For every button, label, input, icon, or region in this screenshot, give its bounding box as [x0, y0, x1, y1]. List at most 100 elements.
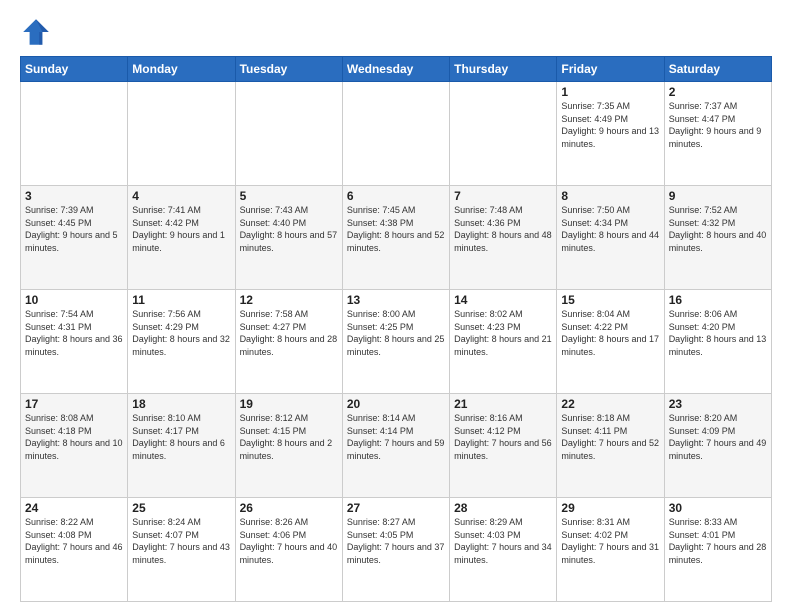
day-number: 14	[454, 293, 552, 307]
day-number: 8	[561, 189, 659, 203]
day-info: Sunrise: 7:37 AM Sunset: 4:47 PM Dayligh…	[669, 100, 767, 150]
day-number: 7	[454, 189, 552, 203]
day-info: Sunrise: 8:16 AM Sunset: 4:12 PM Dayligh…	[454, 412, 552, 462]
day-number: 28	[454, 501, 552, 515]
day-number: 27	[347, 501, 445, 515]
day-info: Sunrise: 8:06 AM Sunset: 4:20 PM Dayligh…	[669, 308, 767, 358]
day-number: 23	[669, 397, 767, 411]
day-number: 20	[347, 397, 445, 411]
day-number: 18	[132, 397, 230, 411]
day-cell: 17Sunrise: 8:08 AM Sunset: 4:18 PM Dayli…	[21, 394, 128, 498]
header	[20, 16, 772, 48]
day-number: 22	[561, 397, 659, 411]
day-info: Sunrise: 8:31 AM Sunset: 4:02 PM Dayligh…	[561, 516, 659, 566]
day-info: Sunrise: 7:39 AM Sunset: 4:45 PM Dayligh…	[25, 204, 123, 254]
day-cell: 3Sunrise: 7:39 AM Sunset: 4:45 PM Daylig…	[21, 186, 128, 290]
day-cell: 10Sunrise: 7:54 AM Sunset: 4:31 PM Dayli…	[21, 290, 128, 394]
day-info: Sunrise: 7:52 AM Sunset: 4:32 PM Dayligh…	[669, 204, 767, 254]
day-number: 17	[25, 397, 123, 411]
day-cell: 19Sunrise: 8:12 AM Sunset: 4:15 PM Dayli…	[235, 394, 342, 498]
day-cell: 24Sunrise: 8:22 AM Sunset: 4:08 PM Dayli…	[21, 498, 128, 602]
day-info: Sunrise: 7:54 AM Sunset: 4:31 PM Dayligh…	[25, 308, 123, 358]
day-cell: 20Sunrise: 8:14 AM Sunset: 4:14 PM Dayli…	[342, 394, 449, 498]
day-cell: 14Sunrise: 8:02 AM Sunset: 4:23 PM Dayli…	[450, 290, 557, 394]
weekday-header-sunday: Sunday	[21, 57, 128, 82]
week-row-3: 10Sunrise: 7:54 AM Sunset: 4:31 PM Dayli…	[21, 290, 772, 394]
day-info: Sunrise: 8:12 AM Sunset: 4:15 PM Dayligh…	[240, 412, 338, 462]
weekday-header-tuesday: Tuesday	[235, 57, 342, 82]
day-info: Sunrise: 8:22 AM Sunset: 4:08 PM Dayligh…	[25, 516, 123, 566]
day-cell	[235, 82, 342, 186]
day-cell: 5Sunrise: 7:43 AM Sunset: 4:40 PM Daylig…	[235, 186, 342, 290]
calendar-body: 1Sunrise: 7:35 AM Sunset: 4:49 PM Daylig…	[21, 82, 772, 602]
day-cell: 26Sunrise: 8:26 AM Sunset: 4:06 PM Dayli…	[235, 498, 342, 602]
day-number: 9	[669, 189, 767, 203]
day-info: Sunrise: 7:45 AM Sunset: 4:38 PM Dayligh…	[347, 204, 445, 254]
day-cell: 30Sunrise: 8:33 AM Sunset: 4:01 PM Dayli…	[664, 498, 771, 602]
day-info: Sunrise: 8:02 AM Sunset: 4:23 PM Dayligh…	[454, 308, 552, 358]
day-number: 2	[669, 85, 767, 99]
day-number: 6	[347, 189, 445, 203]
day-number: 5	[240, 189, 338, 203]
day-info: Sunrise: 7:43 AM Sunset: 4:40 PM Dayligh…	[240, 204, 338, 254]
week-row-4: 17Sunrise: 8:08 AM Sunset: 4:18 PM Dayli…	[21, 394, 772, 498]
day-number: 29	[561, 501, 659, 515]
day-cell: 23Sunrise: 8:20 AM Sunset: 4:09 PM Dayli…	[664, 394, 771, 498]
day-info: Sunrise: 8:08 AM Sunset: 4:18 PM Dayligh…	[25, 412, 123, 462]
weekday-header-saturday: Saturday	[664, 57, 771, 82]
day-cell	[450, 82, 557, 186]
day-info: Sunrise: 8:20 AM Sunset: 4:09 PM Dayligh…	[669, 412, 767, 462]
day-info: Sunrise: 8:00 AM Sunset: 4:25 PM Dayligh…	[347, 308, 445, 358]
page: SundayMondayTuesdayWednesdayThursdayFrid…	[0, 0, 792, 612]
day-number: 10	[25, 293, 123, 307]
logo	[20, 16, 56, 48]
day-number: 16	[669, 293, 767, 307]
day-cell: 13Sunrise: 8:00 AM Sunset: 4:25 PM Dayli…	[342, 290, 449, 394]
day-cell: 4Sunrise: 7:41 AM Sunset: 4:42 PM Daylig…	[128, 186, 235, 290]
day-cell: 25Sunrise: 8:24 AM Sunset: 4:07 PM Dayli…	[128, 498, 235, 602]
day-info: Sunrise: 7:58 AM Sunset: 4:27 PM Dayligh…	[240, 308, 338, 358]
day-info: Sunrise: 7:35 AM Sunset: 4:49 PM Dayligh…	[561, 100, 659, 150]
day-info: Sunrise: 8:04 AM Sunset: 4:22 PM Dayligh…	[561, 308, 659, 358]
day-cell	[128, 82, 235, 186]
day-cell: 6Sunrise: 7:45 AM Sunset: 4:38 PM Daylig…	[342, 186, 449, 290]
day-info: Sunrise: 7:41 AM Sunset: 4:42 PM Dayligh…	[132, 204, 230, 254]
calendar-table: SundayMondayTuesdayWednesdayThursdayFrid…	[20, 56, 772, 602]
day-info: Sunrise: 8:18 AM Sunset: 4:11 PM Dayligh…	[561, 412, 659, 462]
day-cell: 2Sunrise: 7:37 AM Sunset: 4:47 PM Daylig…	[664, 82, 771, 186]
day-info: Sunrise: 8:14 AM Sunset: 4:14 PM Dayligh…	[347, 412, 445, 462]
day-info: Sunrise: 7:48 AM Sunset: 4:36 PM Dayligh…	[454, 204, 552, 254]
day-number: 15	[561, 293, 659, 307]
day-info: Sunrise: 8:24 AM Sunset: 4:07 PM Dayligh…	[132, 516, 230, 566]
day-cell: 11Sunrise: 7:56 AM Sunset: 4:29 PM Dayli…	[128, 290, 235, 394]
day-cell: 28Sunrise: 8:29 AM Sunset: 4:03 PM Dayli…	[450, 498, 557, 602]
weekday-header-friday: Friday	[557, 57, 664, 82]
day-number: 4	[132, 189, 230, 203]
day-cell: 7Sunrise: 7:48 AM Sunset: 4:36 PM Daylig…	[450, 186, 557, 290]
day-cell: 12Sunrise: 7:58 AM Sunset: 4:27 PM Dayli…	[235, 290, 342, 394]
day-info: Sunrise: 7:50 AM Sunset: 4:34 PM Dayligh…	[561, 204, 659, 254]
day-info: Sunrise: 8:27 AM Sunset: 4:05 PM Dayligh…	[347, 516, 445, 566]
day-cell: 18Sunrise: 8:10 AM Sunset: 4:17 PM Dayli…	[128, 394, 235, 498]
day-number: 13	[347, 293, 445, 307]
week-row-5: 24Sunrise: 8:22 AM Sunset: 4:08 PM Dayli…	[21, 498, 772, 602]
day-number: 12	[240, 293, 338, 307]
day-number: 24	[25, 501, 123, 515]
day-info: Sunrise: 8:10 AM Sunset: 4:17 PM Dayligh…	[132, 412, 230, 462]
day-number: 1	[561, 85, 659, 99]
day-number: 21	[454, 397, 552, 411]
day-info: Sunrise: 8:26 AM Sunset: 4:06 PM Dayligh…	[240, 516, 338, 566]
day-cell	[21, 82, 128, 186]
day-number: 26	[240, 501, 338, 515]
weekday-row: SundayMondayTuesdayWednesdayThursdayFrid…	[21, 57, 772, 82]
week-row-2: 3Sunrise: 7:39 AM Sunset: 4:45 PM Daylig…	[21, 186, 772, 290]
day-cell: 1Sunrise: 7:35 AM Sunset: 4:49 PM Daylig…	[557, 82, 664, 186]
day-cell: 22Sunrise: 8:18 AM Sunset: 4:11 PM Dayli…	[557, 394, 664, 498]
day-cell	[342, 82, 449, 186]
day-cell: 15Sunrise: 8:04 AM Sunset: 4:22 PM Dayli…	[557, 290, 664, 394]
day-number: 3	[25, 189, 123, 203]
day-cell: 9Sunrise: 7:52 AM Sunset: 4:32 PM Daylig…	[664, 186, 771, 290]
day-number: 30	[669, 501, 767, 515]
day-info: Sunrise: 8:33 AM Sunset: 4:01 PM Dayligh…	[669, 516, 767, 566]
day-number: 11	[132, 293, 230, 307]
